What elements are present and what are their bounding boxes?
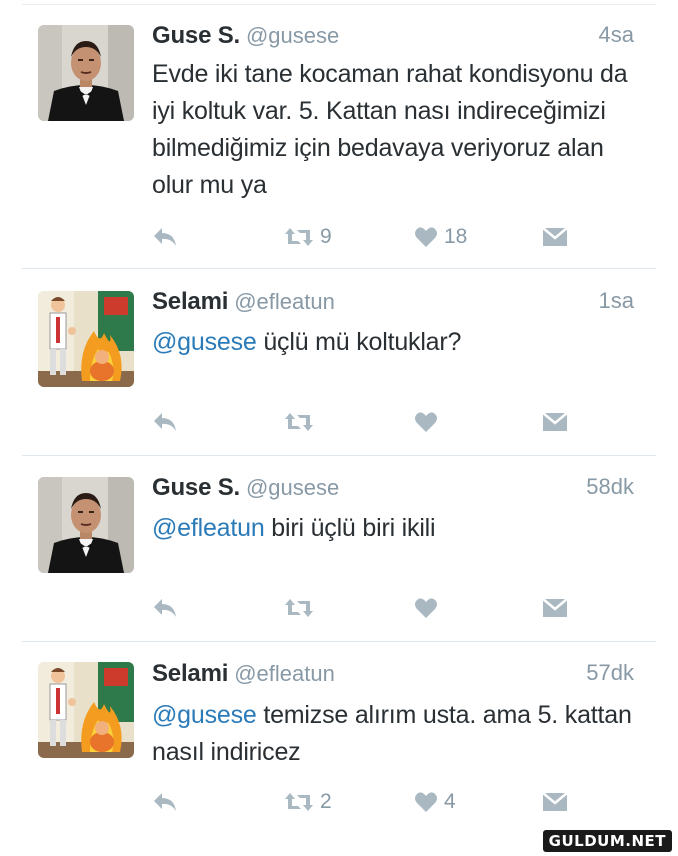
mention-link[interactable]: @gusese — [152, 328, 257, 356]
reply-button[interactable] — [152, 222, 178, 252]
heart-icon — [415, 412, 437, 432]
like-button[interactable]: 4 — [414, 787, 456, 817]
timestamp[interactable]: 4sa — [599, 22, 634, 48]
tweet-header: Selami @efleatun 57dk — [152, 660, 638, 694]
retweet-button[interactable] — [284, 593, 320, 623]
retweet-button[interactable]: 2 — [284, 787, 332, 817]
tweet-text: @gusese üçlü mü koltuklar? — [152, 324, 632, 361]
display-name[interactable]: Guse S. — [152, 474, 240, 501]
envelope-icon — [542, 412, 568, 431]
retweet-icon — [285, 413, 313, 431]
tweet-text: Evde iki tane kocaman rahat kondisyonu d… — [152, 56, 632, 204]
message-button[interactable] — [542, 593, 568, 623]
like-count: 18 — [444, 225, 468, 248]
tweet-body: Evde iki tane kocaman rahat kondisyonu d… — [152, 60, 628, 199]
user-handle[interactable]: @efleatun — [234, 661, 335, 686]
tweet-actions: 2 4 — [152, 787, 612, 817]
user-handle[interactable]: @gusese — [246, 475, 339, 500]
envelope-icon — [542, 227, 568, 246]
tweet-text: @gusese temizse alırım usta. ama 5. katt… — [152, 697, 632, 771]
man-in-tuxedo-avatar-image — [38, 477, 134, 573]
like-button[interactable] — [414, 407, 444, 437]
envelope-icon — [542, 598, 568, 617]
timestamp[interactable]: 57dk — [586, 660, 634, 686]
reply-icon — [154, 793, 176, 811]
avatar[interactable] — [38, 25, 134, 121]
tweet-divider — [22, 455, 656, 456]
mention-link[interactable]: @gusese — [152, 701, 257, 729]
retweet-button[interactable] — [284, 407, 320, 437]
tweet-divider — [22, 268, 656, 269]
message-button[interactable] — [542, 222, 568, 252]
retweet-button[interactable]: 9 — [284, 222, 332, 252]
retweet-icon — [285, 793, 313, 811]
avatar[interactable] — [38, 662, 134, 758]
message-button[interactable] — [542, 787, 568, 817]
heart-icon — [415, 792, 437, 812]
tweet-body: üçlü mü koltuklar? — [256, 328, 462, 356]
tweet-header: Guse S. @gusese 4sa — [152, 22, 638, 56]
reply-icon — [154, 413, 176, 431]
retweet-icon — [285, 228, 313, 246]
avatar[interactable] — [38, 291, 134, 387]
top-divider — [22, 4, 656, 5]
reply-icon — [154, 228, 176, 246]
cartoon-monk-fire-avatar-image — [38, 662, 134, 758]
cartoon-monk-fire-avatar-image — [38, 291, 134, 387]
like-button[interactable]: 18 — [414, 222, 467, 252]
mention-link[interactable]: @efleatun — [152, 514, 265, 542]
tweet-text: @efleatun biri üçlü biri ikili — [152, 510, 632, 547]
display-name[interactable]: Selami — [152, 288, 228, 315]
tweet-actions — [152, 407, 612, 437]
display-name[interactable]: Guse S. — [152, 22, 240, 49]
display-name[interactable]: Selami — [152, 660, 228, 687]
user-handle[interactable]: @efleatun — [234, 289, 335, 314]
heart-icon — [415, 227, 437, 247]
man-in-tuxedo-avatar-image — [38, 25, 134, 121]
reply-button[interactable] — [152, 407, 178, 437]
timestamp[interactable]: 58dk — [586, 474, 634, 500]
tweet-header: Guse S. @gusese 58dk — [152, 474, 638, 508]
timestamp[interactable]: 1sa — [599, 288, 634, 314]
like-button[interactable] — [414, 593, 444, 623]
retweet-count: 2 — [320, 790, 332, 813]
reply-button[interactable] — [152, 593, 178, 623]
retweet-count: 9 — [320, 225, 332, 248]
tweet-actions — [152, 593, 612, 623]
user-handle[interactable]: @gusese — [246, 23, 339, 48]
retweet-icon — [285, 599, 313, 617]
avatar[interactable] — [38, 477, 134, 573]
heart-icon — [415, 598, 437, 618]
tweet-divider — [22, 641, 656, 642]
watermark-logo: GULDUM.NET — [542, 830, 672, 852]
reply-button[interactable] — [152, 787, 178, 817]
reply-icon — [154, 599, 176, 617]
tweet-header: Selami @efleatun 1sa — [152, 288, 638, 322]
message-button[interactable] — [542, 407, 568, 437]
tweet-body: biri üçlü biri ikili — [264, 514, 436, 542]
tweet-actions: 9 18 — [152, 222, 612, 252]
envelope-icon — [542, 792, 568, 811]
like-count: 4 — [444, 790, 456, 813]
